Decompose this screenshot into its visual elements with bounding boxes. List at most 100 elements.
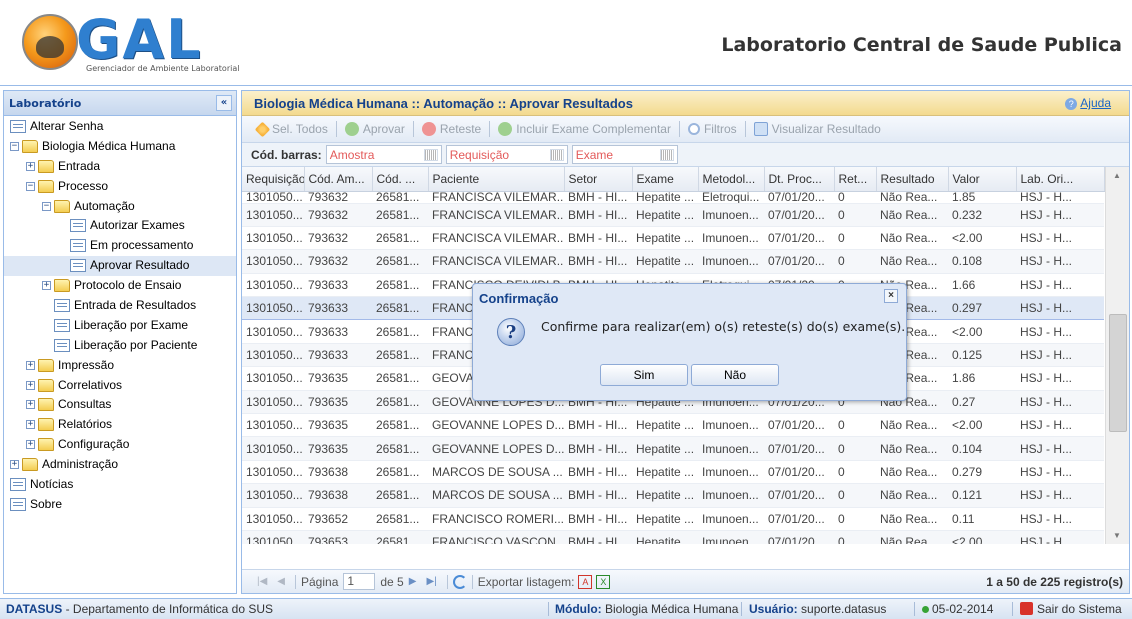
column-header[interactable]: Ret... [834,167,877,192]
collapse-icon[interactable]: − [42,201,51,211]
column-header[interactable]: Resultado [876,167,949,192]
expand-icon[interactable]: + [26,380,35,390]
sample-barcode-input[interactable]: Amostra [325,145,442,164]
footer-divider [914,602,915,616]
help-link[interactable]: ? Ajuda [1065,96,1111,110]
column-header[interactable]: Setor [564,167,633,192]
table-cell: 0.232 [948,203,1016,227]
column-header[interactable]: Cód. Am... [304,167,373,192]
sidebar-item-autorizar-exames[interactable]: Autorizar Exames [4,216,236,236]
excel-export-icon[interactable]: X [596,574,611,589]
table-cell: Não Rea... [876,507,948,531]
paging-toolbar: |◀ ◀ Página 1 de 5 ▶ ▶| Exportar listage… [242,569,1129,593]
collapse-icon[interactable]: − [26,181,35,191]
page-number-input[interactable]: 1 [343,573,376,590]
sidebar-item-em-processamento[interactable]: Em processamento [4,236,236,256]
sidebar-item-automacao[interactable]: − Automação [4,197,236,217]
yes-button[interactable]: Sim [600,364,688,386]
table-row[interactable]: 1301050... 793632 26581... FRANCISCA VILEMA… [242,203,1104,227]
column-header[interactable]: Lab. Ori... [1016,167,1105,192]
sidebar-item-liberacao-por-exame[interactable]: Liberação por Exame [4,316,236,336]
sidebar-item-label: Entrada de Resultados [74,298,197,313]
expand-icon[interactable]: + [26,440,35,450]
column-header[interactable]: Valor [948,167,1017,192]
next-page-icon[interactable]: ▶ [409,576,417,587]
sidebar-item-correlativos[interactable]: + Correlativos [4,376,236,396]
logout-button[interactable]: Sair do Sistema [1020,602,1122,616]
sidebar-item-noticias[interactable]: Notícias [4,475,236,495]
requisition-barcode-input[interactable]: Requisição [445,145,568,164]
table-cell: Não Rea... [876,203,948,227]
column-header[interactable]: Metodol... [698,167,765,192]
table-row[interactable]: 1301050... 793632 26581... FRANCISCA VILEMA… [242,226,1104,251]
sidebar-item-sobre[interactable]: Sobre [4,495,236,515]
sidebar-item-protocolo-de-ensaio[interactable]: + Protocolo de Ensaio [4,276,236,296]
column-header[interactable]: Requisição [242,167,305,192]
table-cell: 26581... [372,460,428,485]
refresh-icon[interactable] [452,574,467,589]
sidebar-item-impressao[interactable]: + Impressão [4,356,236,376]
no-button[interactable]: Não [691,364,779,386]
sidebar-item-liberacao-por-paciente[interactable]: Liberação por Paciente [4,336,236,356]
expand-icon[interactable]: + [26,360,35,370]
table-row[interactable]: 1301050... 793638 26581... MARCOS DE SOUSA … [242,483,1104,508]
table-cell: Não Rea... [876,483,948,508]
sidebar-item-biologia-medica-humana[interactable]: − Biologia Médica Humana [4,137,236,157]
expand-icon[interactable]: + [26,400,35,410]
expand-icon[interactable]: + [42,281,51,291]
folder-icon [38,418,54,432]
table-cell: 0.279 [948,460,1016,485]
collapse-icon[interactable]: − [10,141,19,151]
sidebar-item-entrada[interactable]: + Entrada [4,157,236,177]
column-header[interactable]: Dt. Proc... [764,167,835,192]
app-header: GAL Gerenciador de Ambiente Laboratorial… [0,0,1132,86]
filters-button[interactable]: Filtros [682,122,743,136]
table-cell: MARCOS DE SOUSA ... [428,460,564,485]
scrollbar-thumb[interactable] [1109,314,1127,432]
logo-ball-icon [22,14,78,70]
pager-divider [471,574,473,589]
sidebar-item-alterar-senha[interactable]: Alterar Senha [4,117,236,137]
sidebar-item-label: Aprovar Resultado [90,258,190,273]
sidebar-item-aprovar-resultado[interactable]: Aprovar Resultado [4,256,236,277]
sidebar-item-administracao[interactable]: + Administração [4,455,236,475]
column-header[interactable]: Cód. ... [372,167,429,192]
expand-icon[interactable]: + [26,420,35,430]
collapse-sidebar-button[interactable]: « [216,95,232,111]
prev-page-icon[interactable]: ◀ [277,576,285,587]
first-page-icon[interactable]: |◀ [257,576,267,587]
sidebar-item-configuracao[interactable]: + Configuração [4,435,236,455]
table-row[interactable]: 1301050... 793632 26581... FRANCISCA VILEMA… [242,249,1104,274]
view-result-button[interactable]: Visualizar Resultado [748,122,887,136]
last-page-icon[interactable]: ▶| [426,576,436,587]
select-all-button[interactable]: Sel. Todos [251,121,334,137]
sidebar-item-relatorios[interactable]: + Relatórios [4,415,236,435]
approve-button[interactable]: Aprovar [339,122,411,136]
table-cell: 793632 [304,191,372,204]
table-row[interactable]: 1301050... 793653 26581... FRANCISCO VASCON… [242,530,1104,544]
table-row[interactable]: 1301050...79363526581...GEOVANNE LOPES D… [242,436,1104,461]
table-row[interactable]: 1301050... 793652 26581... FRANCISCO ROMERI… [242,507,1104,531]
column-header[interactable]: Exame [632,167,699,192]
expand-icon[interactable]: + [26,161,35,171]
expand-icon[interactable]: + [10,460,19,470]
table-row[interactable]: 1301050... 793638 26581... MARCOS DE SOUSA … [242,460,1104,485]
dialog-close-icon[interactable]: × [884,289,898,303]
sidebar-item-processo[interactable]: − Processo [4,177,236,197]
column-header[interactable]: Paciente [428,167,565,192]
retest-button[interactable]: Reteste [416,122,487,136]
sidebar-item-consultas[interactable]: + Consultas [4,395,236,415]
scroll-up-icon[interactable]: ▲ [1113,171,1121,180]
folder-icon [54,199,70,213]
table-cell: 26581... [372,483,428,508]
include-exam-button[interactable]: Incluir Exame Complementar [492,122,677,136]
table-cell: Imunoen... [698,483,764,508]
table-cell: 793635 [304,436,372,461]
table-row[interactable]: 1301050... 793632 26581... FRANCISCA VILEMA… [242,191,1104,204]
grid-scrollbar[interactable]: ▲ ▼ [1105,167,1129,544]
table-row[interactable]: 1301050...79363526581...GEOVANNE LOPES D… [242,413,1104,438]
sidebar-item-entrada-de-resultados[interactable]: Entrada de Resultados [4,296,236,316]
exam-barcode-input[interactable]: Exame [571,145,678,164]
scroll-down-icon[interactable]: ▼ [1113,531,1121,540]
pdf-export-icon[interactable]: A [578,574,593,589]
